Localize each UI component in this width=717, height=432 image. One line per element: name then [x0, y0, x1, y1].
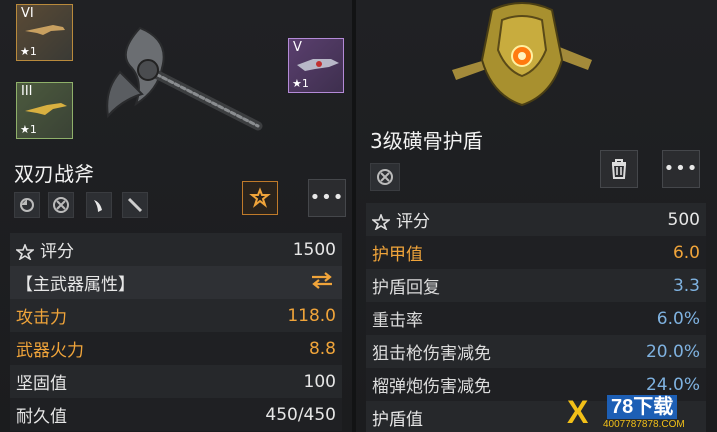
site-watermark: X 78下载 4007787878.COM	[567, 395, 717, 432]
stat-label: 攻击力	[16, 308, 67, 328]
stat-value: 3.3	[672, 275, 700, 296]
more-dots-icon: •••	[663, 158, 699, 179]
stat-row-durability: 耐久值 450/450	[10, 398, 342, 431]
more-button[interactable]: •••	[662, 150, 700, 188]
stat-row-sniper-resist: 狙击枪伤害减免 20.0%	[366, 335, 706, 368]
stat-value: 100	[303, 371, 336, 392]
stat-value: 24.0%	[645, 374, 700, 395]
stat-value: 6.0	[672, 242, 700, 263]
stat-label: 评分	[40, 242, 74, 262]
stat-row-score: 评分 500	[366, 203, 706, 236]
stat-value: 1500	[292, 239, 336, 260]
stat-row-section: 【主武器属性】	[10, 266, 342, 299]
watermark-url: 4007787878.COM	[603, 419, 685, 430]
stat-row-toughness: 坚固值 100	[10, 365, 342, 398]
mod-slot-2[interactable]: III ★1	[16, 82, 73, 139]
stat-label: 耐久值	[16, 407, 67, 427]
trash-icon	[611, 159, 627, 179]
stat-label: 护盾回复	[372, 278, 440, 298]
swap-attributes-icon[interactable]	[308, 270, 336, 295]
stat-value: 118.0	[287, 305, 336, 326]
shield-image	[452, 2, 592, 107]
more-dots-icon: •••	[309, 187, 345, 208]
stat-value: 6.0%	[656, 308, 700, 329]
stat-label: 重击率	[372, 311, 423, 331]
perk-blade-icon[interactable]	[86, 192, 112, 218]
stat-value: 20.0%	[645, 341, 700, 362]
perk-swap-icon[interactable]	[14, 192, 40, 218]
mod-slot-3[interactable]: V ★1	[288, 38, 344, 93]
weapon-stats: 评分 1500 【主武器属性】 攻击力 118.0 武器火力 8.8 坚固值 1…	[10, 233, 342, 431]
axe-image	[106, 26, 263, 131]
discard-button[interactable]	[600, 150, 638, 188]
stat-label: 护盾值	[372, 410, 423, 430]
stat-label: 狙击枪伤害减免	[372, 344, 491, 364]
slot-stars: ★1	[292, 77, 309, 90]
watermark-title: 78下载	[607, 395, 678, 419]
gun-icon	[297, 59, 339, 71]
stat-label: 坚固值	[16, 374, 67, 394]
upgrade-icon	[249, 187, 271, 208]
stat-row-shield-regen: 护盾回复 3.3	[366, 269, 706, 302]
upgrade-button[interactable]	[242, 181, 278, 215]
score-icon	[372, 214, 390, 230]
weapon-title: 双刃战斧	[14, 162, 94, 186]
stat-value: 500	[667, 209, 700, 230]
score-icon	[16, 244, 34, 260]
stat-label: 评分	[396, 212, 430, 232]
stat-row-crit-rate: 重击率 6.0%	[366, 302, 706, 335]
stat-row-score: 评分 1500	[10, 233, 342, 266]
slot-stars: ★1	[20, 45, 37, 58]
perk-target-icon[interactable]	[48, 192, 74, 218]
stat-label: 武器火力	[16, 341, 84, 361]
stat-value: 450/450	[265, 404, 336, 425]
section-title: 【主武器属性】	[16, 275, 135, 295]
gun-icon	[25, 103, 67, 115]
perk-knife-icon[interactable]	[122, 192, 148, 218]
mod-slot-1[interactable]: VI ★1	[16, 4, 73, 61]
watermark-logo-mark: X	[567, 394, 589, 430]
slot-stars: ★1	[20, 123, 37, 136]
weapon-panel: VI ★1 III ★1 V ★1 双刃战斧 ••• 评分 1500 【主武器属…	[0, 0, 352, 432]
stat-row-attack: 攻击力 118.0	[10, 299, 342, 332]
stat-row-firepower: 武器火力 8.8	[10, 332, 342, 365]
shield-title: 3级磺骨护盾	[370, 129, 483, 153]
stat-label: 榴弹炮伤害减免	[372, 377, 491, 397]
gun-icon	[25, 25, 65, 35]
shield-panel: 3级磺骨护盾 ••• 评分 500 护甲值 6.0 护盾回复 3.3 重击率 6…	[356, 0, 717, 432]
stat-label: 护甲值	[372, 245, 423, 265]
stat-row-armor: 护甲值 6.0	[366, 236, 706, 269]
perk-target-icon[interactable]	[370, 163, 400, 191]
more-button[interactable]: •••	[308, 179, 346, 217]
stat-value: 8.8	[308, 338, 336, 359]
